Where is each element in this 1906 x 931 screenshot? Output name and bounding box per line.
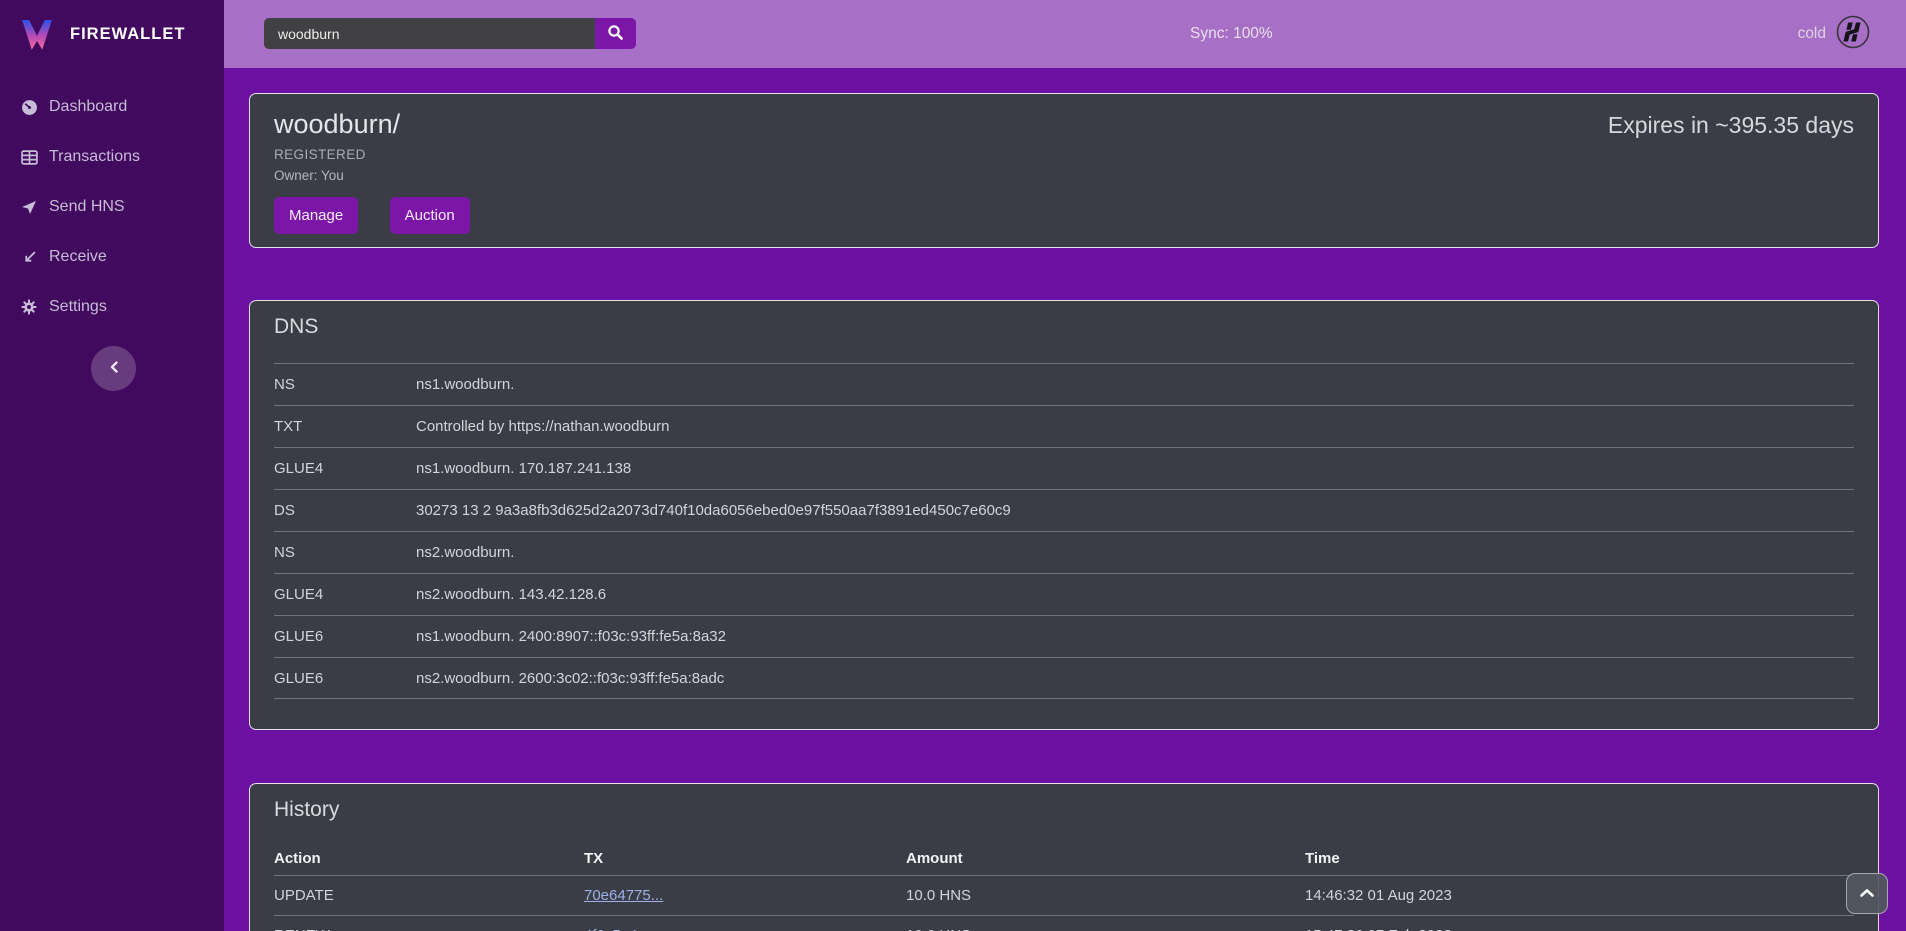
history-row: UPDATE70e64775... 10.0 HNS14:46:32 01 Aug… [274, 875, 1854, 915]
chevron-up-icon [1859, 886, 1875, 901]
sidebar-item-label: Transactions [49, 148, 140, 166]
history-row: RENEW4f0c5e4... 10.0 HNS15:47:36 07 Feb 2… [274, 915, 1854, 931]
tx-link[interactable]: 4f0c5e4... [584, 927, 650, 931]
history-action: RENEW [274, 927, 584, 931]
dns-record-value: ns1.woodburn. 170.187.241.138 [416, 460, 1854, 477]
history-col-tx: TX [584, 850, 906, 867]
sidebar-item-label: Send HNS [49, 198, 125, 216]
manage-button[interactable]: Manage [274, 197, 358, 234]
dns-record-type: GLUE4 [274, 586, 416, 603]
dns-record-type: TXT [274, 418, 416, 435]
dns-record-value: 30273 13 2 9a3a8fb3d625d2a2073d740f10da6… [416, 502, 1854, 519]
sidebar-item-settings[interactable]: Settings [0, 282, 224, 332]
dns-record-row: NSns1.woodburn. [274, 363, 1854, 405]
domain-expiry: Expires in ~395.35 days [1608, 112, 1854, 139]
history-action: UPDATE [274, 887, 584, 904]
sync-status: Sync: 100% [1190, 0, 1273, 68]
dns-record-value: ns2.woodburn. [416, 544, 1854, 561]
dns-table: NSns1.woodburn.TXTControlled by https://… [274, 363, 1854, 699]
handshake-logo-icon [1836, 15, 1870, 54]
dns-record-type: DS [274, 502, 416, 519]
dns-record-row: GLUE6ns1.woodburn. 2400:8907::f03c:93ff:… [274, 615, 1854, 657]
sidebar-item-dashboard[interactable]: Dashboard [0, 82, 224, 132]
dns-record-type: NS [274, 376, 416, 393]
search-input[interactable] [264, 18, 595, 49]
firewallet-logo-icon [16, 13, 58, 55]
sidebar-item-send-hns[interactable]: Send HNS [0, 182, 224, 232]
topbar: Sync: 100% cold [224, 0, 1906, 68]
dns-record-type: GLUE4 [274, 460, 416, 477]
sidebar-collapse-button[interactable] [91, 346, 136, 391]
sidebar-item-label: Dashboard [49, 98, 127, 116]
dns-record-value: ns2.woodburn. 143.42.128.6 [416, 586, 1854, 603]
dns-record-value: Controlled by https://nathan.woodburn [416, 418, 1854, 435]
wallet-selector[interactable]: cold [1798, 0, 1870, 68]
dns-card: DNS NSns1.woodburn.TXTControlled by http… [249, 300, 1879, 730]
domain-owner: Owner: You [274, 168, 1854, 183]
history-time: 15:47:36 07 Feb 2023 [1305, 927, 1854, 931]
history-col-time: Time [1305, 850, 1854, 867]
dns-record-type: GLUE6 [274, 628, 416, 645]
sidebar-item-transactions[interactable]: Transactions [0, 132, 224, 182]
history-col-action: Action [274, 850, 584, 867]
sidebar: FIREWALLET Dashboard Tran [0, 0, 224, 931]
brand: FIREWALLET [0, 0, 224, 68]
brand-name: FIREWALLET [70, 25, 185, 44]
search-button[interactable] [595, 18, 636, 49]
history-amount: 10.0 HNS [906, 927, 1305, 931]
domain-actions: Manage Auction [274, 197, 1854, 234]
chevron-left-icon [108, 360, 120, 377]
dns-record-type: GLUE6 [274, 670, 416, 687]
history-heading: History [274, 798, 1854, 822]
dns-record-type: NS [274, 544, 416, 561]
dns-heading: DNS [274, 315, 1854, 339]
dns-record-row: DS30273 13 2 9a3a8fb3d625d2a2073d740f10d… [274, 489, 1854, 531]
sidebar-item-label: Settings [49, 298, 107, 316]
receive-icon [20, 249, 38, 265]
dns-record-value: ns2.woodburn. 2600:3c02::f03c:93ff:fe5a:… [416, 670, 1854, 687]
history-time: 14:46:32 01 Aug 2023 [1305, 887, 1854, 904]
history-body: UPDATE70e64775...10.0 HNS14:46:32 01 Aug… [274, 875, 1854, 931]
search-group [264, 18, 636, 49]
sidebar-item-receive[interactable]: Receive [0, 232, 224, 282]
dns-record-row: GLUE4ns2.woodburn. 143.42.128.6 [274, 573, 1854, 615]
main-content: woodburn/ REGISTERED Owner: You Manage A… [224, 68, 1906, 931]
scroll-to-top-button[interactable] [1846, 873, 1888, 914]
domain-card: woodburn/ REGISTERED Owner: You Manage A… [249, 93, 1879, 248]
dashboard-icon [20, 99, 38, 115]
dns-record-value: ns1.woodburn. 2400:8907::f03c:93ff:fe5a:… [416, 628, 1854, 645]
sidebar-menu: Dashboard Transactions Send HNS [0, 82, 224, 332]
dns-record-row: TXTControlled by https://nathan.woodburn [274, 405, 1854, 447]
domain-status: REGISTERED [274, 147, 1854, 162]
sidebar-item-label: Receive [49, 248, 107, 266]
settings-icon [20, 299, 38, 315]
history-tx-cell: 70e64775... [584, 887, 906, 904]
history-table: Action TX Amount Time UPDATE70e64775... 1… [274, 842, 1854, 931]
dns-record-row: NSns2.woodburn. [274, 531, 1854, 573]
history-card: History Action TX Amount Time UPDATE70e6… [249, 783, 1879, 931]
history-col-amount: Amount [906, 850, 1305, 867]
dns-record-row: GLUE4ns1.woodburn. 170.187.241.138 [274, 447, 1854, 489]
history-amount: 10.0 HNS [906, 887, 1305, 904]
history-tx-cell: 4f0c5e4... [584, 927, 906, 931]
dns-record-value: ns1.woodburn. [416, 376, 1854, 393]
tx-link[interactable]: 70e64775... [584, 887, 663, 904]
wallet-mode-label: cold [1798, 25, 1826, 43]
transactions-icon [20, 149, 38, 165]
dns-record-row: GLUE6ns2.woodburn. 2600:3c02::f03c:93ff:… [274, 657, 1854, 699]
search-icon [607, 24, 624, 44]
history-header-row: Action TX Amount Time [274, 842, 1854, 875]
auction-button[interactable]: Auction [390, 197, 470, 234]
send-icon [20, 199, 38, 215]
